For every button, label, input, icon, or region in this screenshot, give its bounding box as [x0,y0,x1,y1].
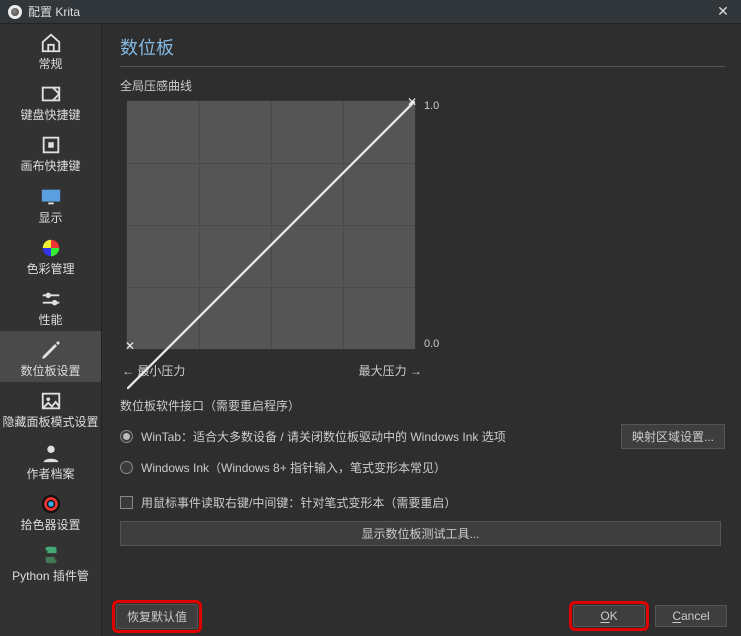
checkbox-mouse-events[interactable] [120,496,133,509]
curve-line [127,101,415,389]
tick-min: 0.0 [424,338,439,350]
show-test-tool-button[interactable]: 显示数位板测试工具... [120,521,721,546]
sidebar-item-1[interactable]: 键盘快捷键 [0,75,101,126]
curve-section-label: 全局压感曲线 [120,77,725,94]
sidebar-item-7[interactable]: 隐藏面板模式设置 [0,382,101,433]
window-title: 配置 Krita [28,3,713,20]
sidebar-item-2[interactable]: 画布快捷键 [0,126,101,177]
sidebar-item-0[interactable]: 常规 [0,24,101,75]
radio-windows-ink-label: Windows Ink（Windows 8+ 指针输入，笔式变形本常见） [141,459,446,476]
sidebar-item-4[interactable]: 色彩管理 [0,229,101,280]
ok-button[interactable]: OK [573,605,645,627]
main-panel: 数位板 全局压感曲线 ✕ ✕ 1.0 0.0 ← 最小压力 [102,24,741,636]
color-picker-icon [37,491,65,517]
radio-wintab-label: WinTab：适合大多数设备 / 请关闭数位板驱动中的 Windows Ink … [141,428,506,445]
home-icon [37,30,65,56]
dialog-footer: 恢复默认值 OK Cancel [102,596,741,636]
sliders-icon [37,286,65,312]
image-icon [37,388,65,414]
map-area-button[interactable]: 映射区域设置... [621,424,725,449]
sidebar-item-10[interactable]: Python 插件管 [0,536,101,587]
keyboard-shortcut-icon [37,81,65,107]
restore-defaults-button[interactable]: 恢复默认值 [116,604,198,629]
sidebar-item-label: 拾色器设置 [20,519,80,532]
page-title: 数位板 [120,34,725,67]
python-icon [37,542,65,568]
sidebar-item-label: 性能 [38,314,62,327]
color-wheel-icon [37,235,65,261]
sidebar-item-label: Python 插件管 [12,570,89,583]
sidebar-item-label: 数位板设置 [20,365,80,378]
pen-icon [37,337,65,363]
sidebar-item-label: 键盘快捷键 [20,109,80,122]
sidebar-item-label: 隐藏面板模式设置 [2,416,98,429]
display-icon [37,184,65,210]
canvas-shortcut-icon [37,132,65,158]
sidebar-item-label: 色彩管理 [26,263,74,276]
cancel-button[interactable]: Cancel [655,605,727,627]
sidebar-item-5[interactable]: 性能 [0,280,101,331]
sidebar-item-label: 作者档案 [26,468,74,481]
sidebar-item-label: 显示 [38,212,62,225]
sidebar-item-9[interactable]: 拾色器设置 [0,485,101,536]
sidebar-item-label: 常规 [38,58,62,71]
api-section-label: 数位板软件接口（需要重启程序） [120,397,725,414]
sidebar-item-8[interactable]: 作者档案 [0,434,101,485]
close-button[interactable]: ✕ [713,2,733,22]
radio-windows-ink[interactable] [120,461,133,474]
sidebar-item-3[interactable]: 显示 [0,178,101,229]
checkbox-mouse-events-label: 用鼠标事件读取右键/中间键：针对笔式变形本（需要重启） [141,494,456,511]
app-icon [8,5,22,19]
sidebar-item-label: 画布快捷键 [20,160,80,173]
pressure-curve-editor[interactable]: ✕ ✕ [126,100,416,350]
sidebar: 常规键盘快捷键画布快捷键显示色彩管理性能数位板设置隐藏面板模式设置作者档案拾色器… [0,24,102,636]
tick-max: 1.0 [424,100,439,112]
y-tick-labels: 1.0 0.0 [424,100,439,350]
titlebar: 配置 Krita ✕ [0,0,741,24]
sidebar-item-6[interactable]: 数位板设置 [0,331,101,382]
radio-wintab[interactable] [120,430,133,443]
person-icon [37,440,65,466]
